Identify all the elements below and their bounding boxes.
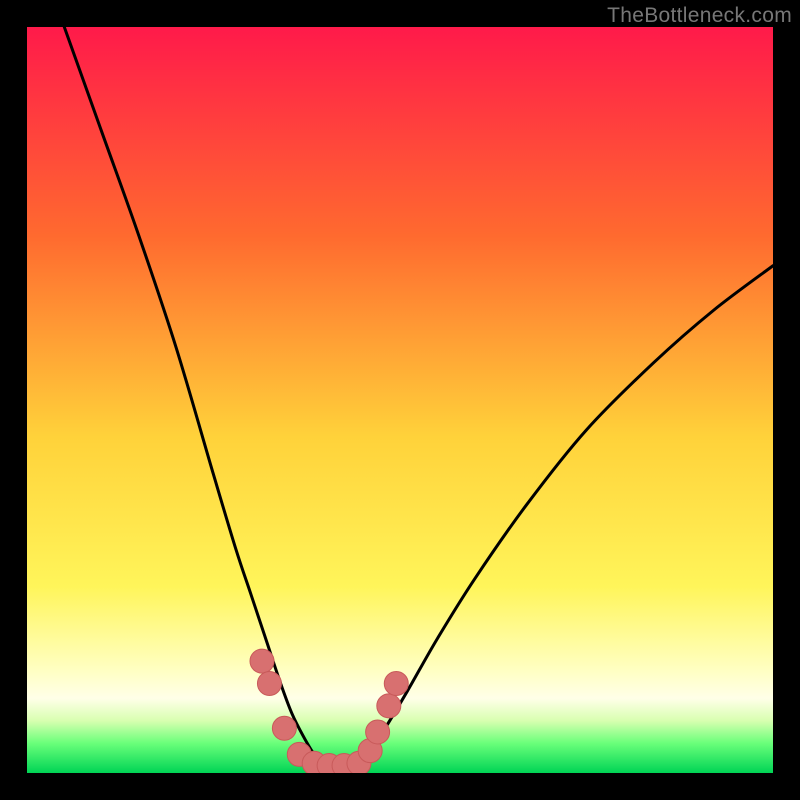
chart-plot xyxy=(27,27,773,773)
curve-left-curve xyxy=(64,27,325,766)
attribution-label: TheBottleneck.com xyxy=(607,4,792,28)
marker-dot xyxy=(257,671,281,695)
marker-dot xyxy=(377,694,401,718)
curve-right-curve xyxy=(355,266,773,766)
marker-dot xyxy=(366,720,390,744)
chart-frame xyxy=(27,27,773,773)
marker-dot xyxy=(272,716,296,740)
marker-dot xyxy=(384,671,408,695)
marker-dot xyxy=(250,649,274,673)
